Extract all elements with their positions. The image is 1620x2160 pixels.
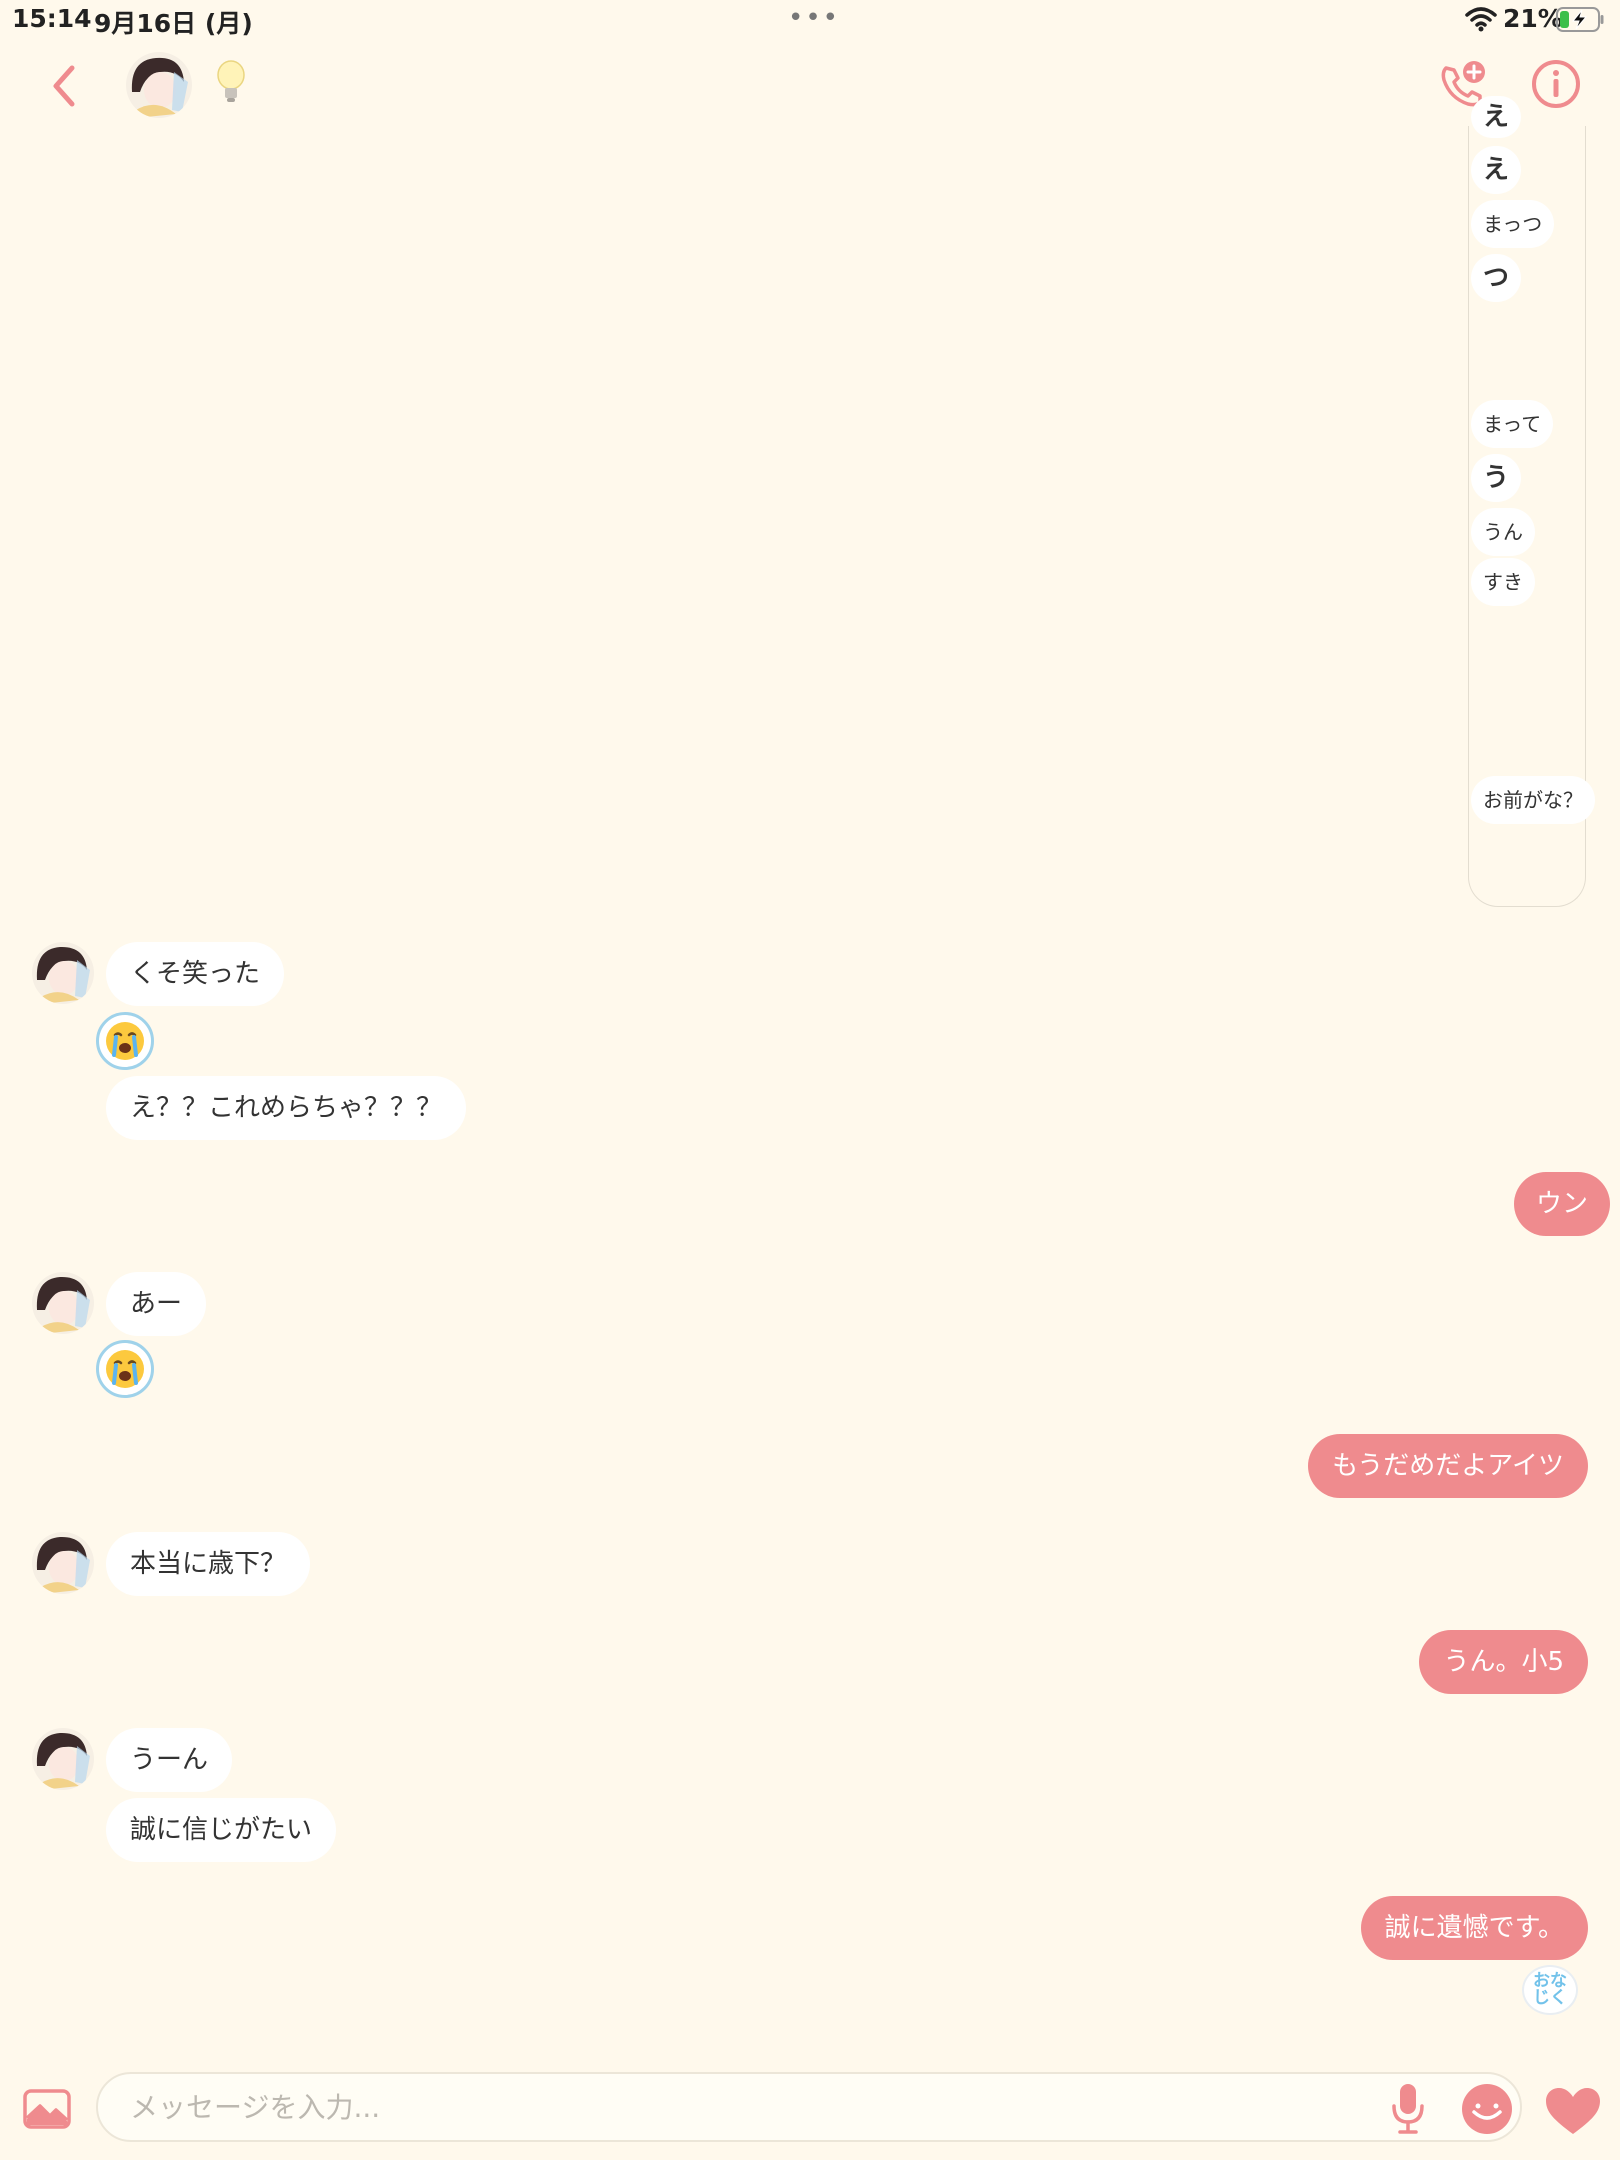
thread-item: え <box>1471 96 1522 138</box>
thread-item: まって <box>1471 400 1554 448</box>
thread-item: すき <box>1471 558 1535 606</box>
info-circle-icon[interactable] <box>1530 58 1582 110</box>
avatar[interactable] <box>32 1532 94 1594</box>
multitask-dots-icon[interactable]: ••• <box>788 5 840 31</box>
avatar[interactable] <box>32 942 94 1004</box>
avatar[interactable] <box>32 1728 94 1790</box>
battery-charging-icon <box>1556 7 1604 32</box>
battery-percent: 21% <box>1503 4 1563 33</box>
incoming-message[interactable]: うーん <box>106 1728 233 1792</box>
heart-icon[interactable] <box>1544 2086 1602 2136</box>
outgoing-message[interactable]: 誠に遺憾です。 <box>1360 1896 1588 1960</box>
incoming-message[interactable]: 本当に歳下？ <box>106 1532 311 1596</box>
lightbulb-icon[interactable] <box>214 58 248 108</box>
thread-item: まっつ <box>1471 200 1555 248</box>
omikuji-label: おな じく <box>1533 1971 1567 2008</box>
thread-item: お前がな？ <box>1471 776 1595 824</box>
microphone-icon[interactable] <box>1390 2082 1426 2134</box>
status-time: 15:14 <box>12 4 92 33</box>
message-input-bar <box>0 2058 1620 2160</box>
omikuji-reaction-badge[interactable]: おな じく <box>1522 1965 1578 2015</box>
outgoing-message[interactable]: もうだめだよアイツ <box>1308 1434 1588 1498</box>
avatar[interactable] <box>32 1272 94 1334</box>
thread-item: つ <box>1471 254 1522 302</box>
outgoing-message[interactable]: うん。小5 <box>1419 1630 1588 1694</box>
avatar[interactable] <box>126 52 192 118</box>
thread-item: え <box>1471 146 1522 194</box>
chat-header <box>0 44 1620 126</box>
reaction-crying-icon[interactable] <box>96 1012 154 1070</box>
smile-sticker-icon[interactable] <box>1460 2082 1514 2136</box>
incoming-message[interactable]: 誠に信じがたい <box>106 1798 337 1862</box>
outgoing-message[interactable]: ウン <box>1514 1172 1611 1236</box>
status-bar: 15:14 9月16日 (月) ••• 21% <box>0 0 1620 40</box>
reaction-crying-icon[interactable] <box>96 1340 154 1398</box>
status-date: 9月16日 (月) <box>94 9 253 38</box>
chevron-left-icon[interactable] <box>44 60 84 112</box>
incoming-message[interactable]: え？？これめらちゃ？？？ <box>106 1076 467 1140</box>
image-icon[interactable] <box>22 2088 72 2130</box>
incoming-message[interactable]: くそ笑った <box>106 942 285 1006</box>
reply-thread-panel[interactable]: え え まっつ つ まって う うん すき お前がな？ <box>1468 96 1595 907</box>
thread-item: う <box>1471 454 1522 502</box>
incoming-message[interactable]: あー <box>106 1272 207 1336</box>
wifi-icon <box>1465 7 1497 32</box>
thread-item: うん <box>1471 508 1535 556</box>
message-input[interactable] <box>96 2072 1522 2142</box>
